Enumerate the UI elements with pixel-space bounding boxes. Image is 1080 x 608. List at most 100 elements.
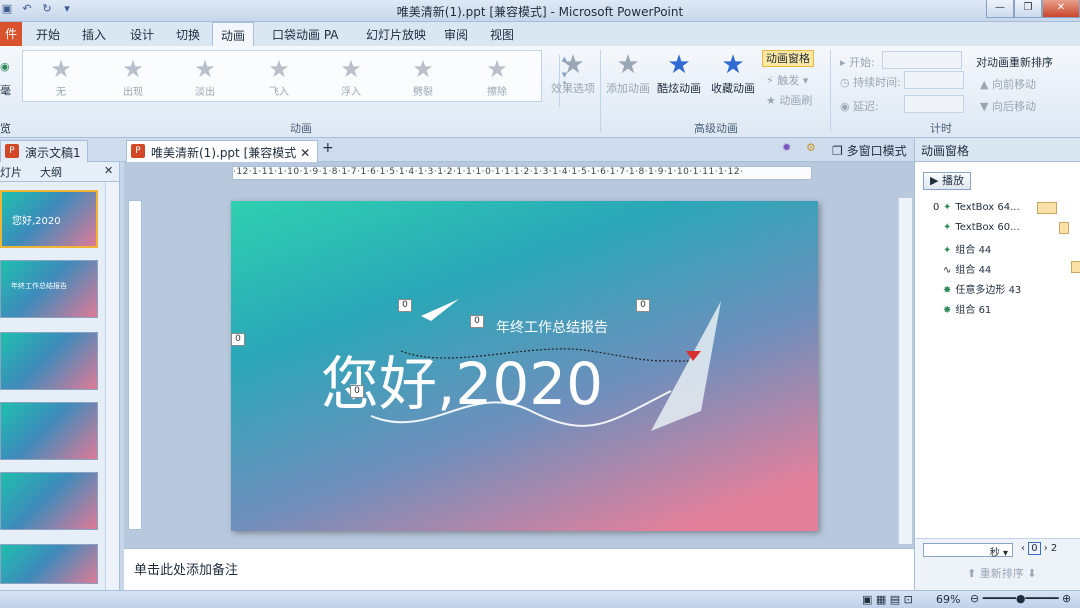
tab-pocket-animation[interactable]: 口袋动画 PA — [272, 26, 339, 43]
slide-thumb-5[interactable] — [0, 472, 98, 530]
add-star-icon: ★ — [616, 50, 640, 80]
multi-window-button[interactable]: ❐ 多窗口模式 — [832, 142, 907, 159]
notes-pane[interactable]: 单击此处添加备注 — [124, 548, 914, 590]
anim-split[interactable]: ★ 劈裂 — [393, 55, 453, 98]
anim-list-item[interactable]: 0 ✦ TextBox 64... — [933, 202, 1020, 213]
delay-field[interactable] — [904, 95, 964, 113]
move-earlier-button[interactable]: ▲ 向前移动 — [980, 76, 1036, 92]
tab-slides[interactable]: 灯片 — [0, 164, 22, 180]
doc-tab-presentation1[interactable]: P 演示文稿1 — [0, 140, 88, 162]
anim-fly-in[interactable]: ★ 飞入 — [249, 55, 309, 98]
slide-canvas[interactable]: 年终工作总结报告 您好,2020 0 0 0 0 — [231, 201, 818, 531]
partial-left-icon[interactable]: ◉ — [0, 60, 10, 73]
animation-tag[interactable]: 0 — [636, 299, 650, 312]
tab-design[interactable]: 设计 — [130, 26, 154, 43]
anim-float-in[interactable]: ★ 浮入 — [321, 55, 381, 98]
anim-wipe[interactable]: ★ 擦除 — [467, 55, 527, 98]
animation-tag[interactable]: 0 — [398, 299, 412, 312]
tab-insert[interactable]: 插入 — [82, 26, 106, 43]
tab-review[interactable]: 审阅 — [444, 26, 468, 43]
add-animation-button[interactable]: ★ 添加动画 — [604, 50, 652, 96]
tab-animations[interactable]: 动画 — [212, 22, 255, 46]
seconds-dropdown[interactable]: 秒 ▾ — [923, 543, 1013, 559]
duration-label-text: 持续时间: — [853, 76, 901, 89]
slide-subtitle[interactable]: 年终工作总结报告 — [496, 317, 608, 337]
zoom-level[interactable]: 69% — [936, 593, 960, 606]
anim-fade-label: 淡出 — [195, 87, 215, 98]
tab-transitions[interactable]: 切换 — [176, 26, 200, 43]
start-select[interactable] — [882, 51, 962, 69]
close-panel-icon[interactable]: ✕ — [104, 164, 113, 177]
animation-pane-footer: 秒 ▾ ‹ 0 › 2 ⬆ 重新排序 ⬇ — [915, 538, 1080, 590]
anim-list-item[interactable]: ✸ 任意多边形 43 — [943, 281, 1021, 296]
animation-gallery: ★ 无 ★ 出现 ★ 淡出 ★ 飞入 ★ 浮入 ★ 劈裂 ★ 擦除 ▲ ▼ ▾ — [22, 50, 567, 107]
doc-tab-current[interactable]: P唯美清新(1).ppt [兼容模式 ✕ ⋮ — [126, 140, 318, 175]
anim-list-item[interactable]: ✦ TextBox 60... — [943, 222, 1020, 233]
cool-animation-button[interactable]: ★ 酷炫动画 — [654, 50, 704, 96]
move-later-button[interactable]: ▼ 向后移动 — [980, 98, 1036, 114]
slide-thumb-2-text: 年终工作总结报告 — [11, 282, 67, 290]
minimize-button[interactable]: — — [986, 0, 1014, 18]
duration-field[interactable] — [904, 71, 964, 89]
partial-left-label-bottom: 览 — [0, 122, 11, 135]
motion-effect-icon: ✦ — [943, 222, 952, 233]
slide-thumb-2[interactable]: 年终工作总结报告 — [0, 260, 98, 318]
slide-thumb-3[interactable] — [0, 332, 98, 390]
anim-list-item[interactable]: ∿ 组合 44 — [943, 261, 991, 276]
animation-tag[interactable]: 0 — [470, 315, 484, 328]
tab-view[interactable]: 视图 — [490, 26, 514, 43]
anim-list-item[interactable]: ✦ 组合 44 — [943, 241, 991, 256]
anim-timing-bar[interactable] — [1071, 261, 1080, 273]
move-later-label: 向后移动 — [991, 100, 1036, 113]
view-buttons[interactable]: ▣ ▦ ▤ ⊡ — [862, 593, 913, 606]
tab-file[interactable]: 件 — [0, 22, 22, 46]
close-button[interactable]: ✕ — [1042, 0, 1080, 18]
anim-timing-bar[interactable] — [1059, 222, 1069, 234]
separator — [830, 50, 831, 132]
animation-tag[interactable]: 0 — [231, 333, 245, 346]
tab-outline[interactable]: 大纲 — [40, 164, 62, 180]
animation-painter-button[interactable]: ★ 动画刷 — [766, 92, 812, 108]
anim-float-in-label: 浮入 — [341, 87, 361, 98]
tab-slideshow[interactable]: 幻灯片放映 — [366, 26, 426, 43]
ribbon-tabs: 件 开始 插入 设计 切换 动画 口袋动画 PA 幻灯片放映 审阅 视图 — [0, 22, 1080, 46]
animation-pane-button[interactable]: 动画窗格 — [762, 50, 814, 67]
slide-thumb-6[interactable] — [0, 544, 98, 584]
horizontal-ruler: ·12·1·11·1·10·1·9·1·8·1·7·1·6·1·5·1·4·1·… — [232, 166, 812, 180]
tab-home[interactable]: 开始 — [36, 26, 60, 43]
anim-none[interactable]: ★ 无 — [31, 55, 91, 98]
animation-pane: 动画窗格 ▶ 播放 0 ✦ TextBox 64... ✦ TextBox 60...… — [914, 138, 1080, 590]
slide-thumb-1[interactable]: 您好,2020 — [0, 190, 98, 248]
separator — [600, 50, 601, 132]
play-button[interactable]: ▶ 播放 — [923, 172, 971, 190]
slide-editing-area: ·12·1·11·1·10·1·9·1·8·1·7·1·6·1·5·1·4·1·… — [124, 162, 914, 548]
reorder-controls[interactable]: ⬆ 重新排序 ⬇ — [967, 565, 1036, 581]
new-tab-icon[interactable]: + — [322, 140, 334, 156]
animation-pane-title: 动画窗格 — [915, 138, 1080, 162]
anim-item-name: 组合 44 — [955, 265, 992, 276]
anim-appear-label: 出现 — [123, 87, 143, 98]
slide-title[interactable]: 您好,2020 — [321, 337, 603, 421]
vertical-ruler — [128, 200, 142, 530]
anim-list-item[interactable]: ✸ 组合 61 — [943, 301, 991, 316]
trigger-button[interactable]: ⚡ 触发 ▾ — [766, 72, 808, 88]
animation-tag[interactable]: 0 — [350, 385, 364, 398]
editor-scrollbar[interactable] — [898, 198, 912, 544]
favorite-animation-button[interactable]: ★ 收藏动画 — [708, 50, 758, 96]
anim-item-name: 任意多边形 43 — [955, 285, 1022, 296]
anim-timing-bar[interactable] — [1037, 202, 1057, 214]
blue-star-icon: ★ — [721, 50, 745, 80]
restore-button[interactable]: ❐ — [1014, 0, 1042, 18]
zoom-slider[interactable]: ⊖ ━━━━━●━━━━━ ⊕ — [970, 592, 1071, 605]
group-label-animation: 动画 — [290, 122, 312, 135]
trigger-label: 触发 — [777, 74, 800, 87]
effect-options-button[interactable]: ★ 效果选项 — [548, 50, 598, 96]
anim-fade[interactable]: ★ 淡出 — [175, 55, 235, 98]
sparkle-icon[interactable]: ✹ — [782, 141, 791, 154]
settings-icon[interactable]: ⚙ — [806, 141, 816, 154]
anim-appear[interactable]: ★ 出现 — [103, 55, 163, 98]
thumbs-scrollbar[interactable] — [105, 182, 119, 590]
ribbon: ◉ 毫 览 ★ 无 ★ 出现 ★ 淡出 ★ 飞入 ★ 浮入 ★ 劈裂 ★ 擦除 ▲ ▼ ▾ ★ 效果… — [0, 46, 1080, 138]
timeline-two: 2 — [1050, 543, 1058, 554]
slide-thumb-4[interactable] — [0, 402, 98, 460]
